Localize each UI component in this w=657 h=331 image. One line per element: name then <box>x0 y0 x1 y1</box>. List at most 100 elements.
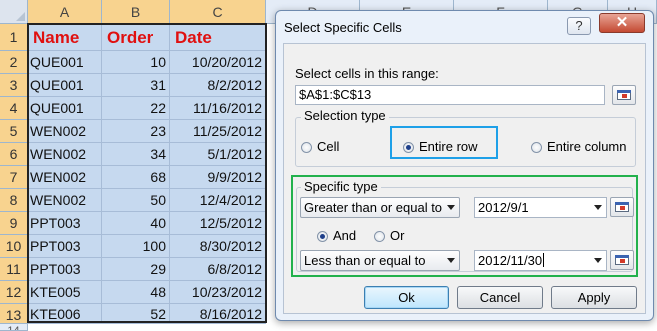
date-cell[interactable]: 11/16/2012 <box>170 97 266 120</box>
order-cell[interactable]: 40 <box>102 212 170 235</box>
order-cell[interactable]: 31 <box>102 74 170 97</box>
chevron-down-icon <box>447 205 455 210</box>
condition1-select[interactable]: Greater than or equal to <box>300 197 460 218</box>
row-header-11[interactable]: 11 <box>0 258 28 281</box>
name-cell[interactable]: PPT003 <box>28 235 102 258</box>
selection-type-title: Selection type <box>301 108 389 123</box>
radio-entire-column-label: Entire column <box>547 139 627 154</box>
radio-entire-column[interactable]: Entire column <box>531 139 626 155</box>
row-header-12[interactable]: 12 <box>0 281 28 304</box>
order-cell[interactable]: 50 <box>102 189 170 212</box>
order-cell[interactable]: 34 <box>102 143 170 166</box>
radio-or-dot <box>374 231 385 242</box>
name-cell[interactable]: KTE006 <box>28 304 102 324</box>
row-header-9[interactable]: 9 <box>0 212 28 235</box>
order-cell[interactable]: 10 <box>102 51 170 74</box>
name-cell[interactable]: PPT003 <box>28 258 102 281</box>
column-header-b[interactable]: B <box>102 0 170 24</box>
order-cell[interactable]: 68 <box>102 166 170 189</box>
row-header-1[interactable]: 1 <box>0 24 28 51</box>
order-cell[interactable]: 52 <box>102 304 170 324</box>
condition2-value: Less than or equal to <box>304 253 426 268</box>
order-cell[interactable]: 29 <box>102 258 170 281</box>
date-cell[interactable]: 5/1/2012 <box>170 143 266 166</box>
chevron-down-icon <box>447 258 455 263</box>
radio-and[interactable]: And <box>317 228 356 244</box>
text-cursor <box>543 253 545 267</box>
column-header-a[interactable]: A <box>28 0 102 24</box>
name-cell[interactable]: PPT003 <box>28 212 102 235</box>
help-button[interactable]: ? <box>567 17 591 35</box>
radio-entire-row-label: Entire row <box>419 139 478 154</box>
order-cell[interactable]: 48 <box>102 281 170 304</box>
select-all-corner[interactable] <box>0 0 28 24</box>
header-cell-name[interactable]: Name <box>28 24 102 51</box>
value1-input[interactable]: 2012/9/1 <box>474 197 607 218</box>
order-cell[interactable]: 100 <box>102 235 170 258</box>
row-header-5[interactable]: 5 <box>0 120 28 143</box>
ok-button[interactable]: Ok <box>364 286 449 309</box>
radio-cell-label: Cell <box>317 139 340 154</box>
row-header-14[interactable]: 14 <box>0 324 28 331</box>
radio-or-label: Or <box>390 228 405 243</box>
name-cell[interactable]: WEN002 <box>28 189 102 212</box>
name-cell[interactable]: QUE001 <box>28 97 102 120</box>
header-cell-date[interactable]: Date <box>170 24 266 51</box>
dialog-title: Select Specific Cells <box>284 20 402 35</box>
range-input[interactable]: $A$1:$C$13 <box>295 85 605 105</box>
range-picker-button[interactable] <box>612 85 636 105</box>
apply-button[interactable]: Apply <box>551 286 637 309</box>
cancel-button[interactable]: Cancel <box>457 286 543 309</box>
value2-text: 2012/11/30 <box>478 253 543 268</box>
range-select-icon <box>615 255 629 265</box>
name-cell[interactable]: QUE001 <box>28 51 102 74</box>
row-header-4[interactable]: 4 <box>0 97 28 120</box>
radio-entire-column-dot <box>531 142 542 153</box>
value2-picker-button[interactable] <box>610 250 634 270</box>
radio-or[interactable]: Or <box>374 228 404 244</box>
date-cell[interactable]: 10/23/2012 <box>170 281 266 304</box>
radio-and-label: And <box>333 228 357 243</box>
date-cell[interactable]: 8/30/2012 <box>170 235 266 258</box>
date-cell[interactable]: 10/20/2012 <box>170 51 266 74</box>
name-cell[interactable]: KTE005 <box>28 281 102 304</box>
radio-entire-row-dot <box>403 142 414 153</box>
header-cell-order[interactable]: Order <box>102 24 170 51</box>
data-range: Name Order Date QUE001 10 10/20/2012 QUE001… <box>28 24 266 324</box>
row-header-10[interactable]: 10 <box>0 235 28 258</box>
date-cell[interactable]: 12/5/2012 <box>170 212 266 235</box>
chevron-down-icon <box>594 258 602 263</box>
range-select-icon <box>617 90 631 100</box>
column-header-c[interactable]: C <box>170 0 266 24</box>
value1-picker-button[interactable] <box>610 197 634 217</box>
row-header-3[interactable]: 3 <box>0 74 28 97</box>
condition2-select[interactable]: Less than or equal to <box>300 250 460 271</box>
date-cell[interactable]: 8/16/2012 <box>170 304 266 324</box>
row-header-7[interactable]: 7 <box>0 166 28 189</box>
range-label: Select cells in this range: <box>295 66 439 81</box>
row-header-13[interactable]: 13 <box>0 304 28 324</box>
chevron-down-icon <box>594 205 602 210</box>
range-select-icon <box>615 202 629 212</box>
date-cell[interactable]: 6/8/2012 <box>170 258 266 281</box>
order-cell[interactable]: 22 <box>102 97 170 120</box>
radio-and-dot <box>317 231 328 242</box>
radio-cell[interactable]: Cell <box>301 139 339 155</box>
name-cell[interactable]: WEN002 <box>28 143 102 166</box>
date-cell[interactable]: 11/25/2012 <box>170 120 266 143</box>
date-cell[interactable]: 9/9/2012 <box>170 166 266 189</box>
select-specific-cells-dialog: Select Specific Cells ? ✕ Select cells i… <box>275 10 654 321</box>
row-header-8[interactable]: 8 <box>0 189 28 212</box>
date-cell[interactable]: 12/4/2012 <box>170 189 266 212</box>
name-cell[interactable]: WEN002 <box>28 120 102 143</box>
row-header-6[interactable]: 6 <box>0 143 28 166</box>
radio-entire-row[interactable]: Entire row <box>403 139 478 155</box>
name-cell[interactable]: QUE001 <box>28 74 102 97</box>
name-cell[interactable]: WEN002 <box>28 166 102 189</box>
row-header-2[interactable]: 2 <box>0 51 28 74</box>
date-cell[interactable]: 8/2/2012 <box>170 74 266 97</box>
close-button[interactable]: ✕ <box>599 13 645 33</box>
condition1-value: Greater than or equal to <box>304 200 443 215</box>
order-cell[interactable]: 23 <box>102 120 170 143</box>
value2-input[interactable]: 2012/11/30 <box>474 250 607 271</box>
